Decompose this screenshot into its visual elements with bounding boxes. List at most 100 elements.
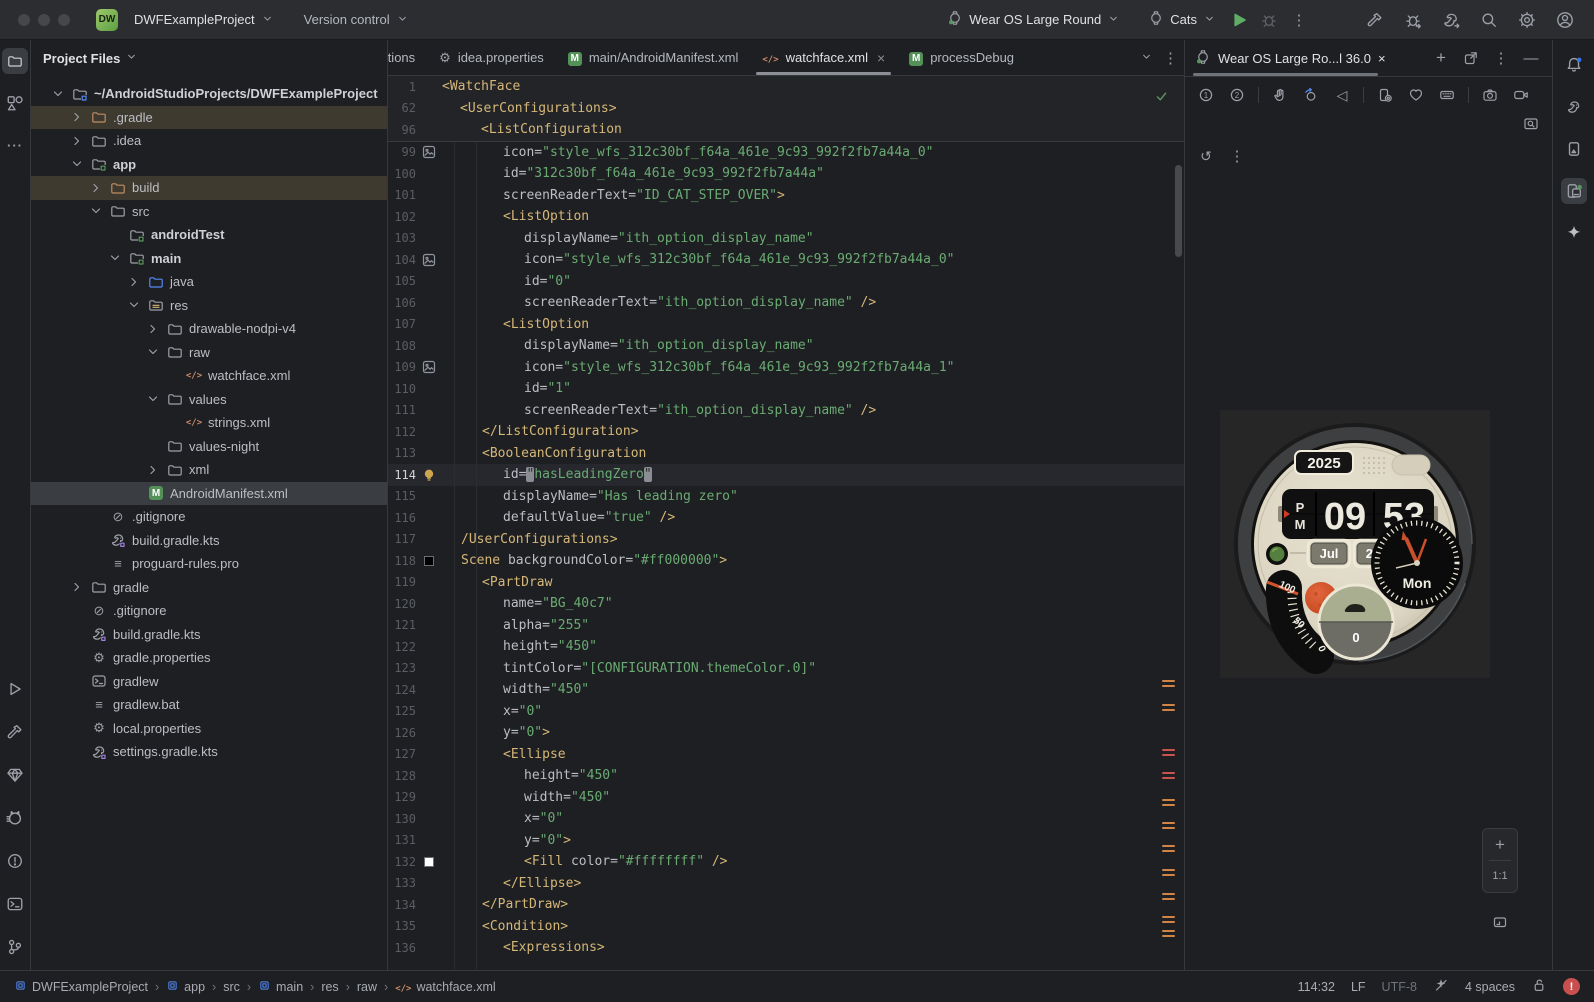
editor-line[interactable]: 132 <Fill color="#ffffffff" /> (388, 851, 1184, 873)
search-icon[interactable] (1474, 6, 1504, 34)
tree-item[interactable]: ⊘ .gitignore (31, 599, 387, 623)
close-window-button[interactable] (18, 14, 30, 26)
error-count-badge[interactable]: ! (1563, 978, 1580, 995)
line-number[interactable]: 136 (388, 941, 416, 955)
tree-item[interactable]: .gradle (31, 106, 387, 130)
tree-item[interactable]: ≡ proguard-rules.pro (31, 552, 387, 576)
line-number[interactable]: 110 (388, 382, 416, 396)
editor-line[interactable]: 136 <Expressions> (388, 937, 1184, 959)
line-number[interactable]: 106 (388, 296, 416, 310)
line-number[interactable]: 109 (388, 360, 416, 374)
tree-chevron-icon[interactable] (68, 579, 85, 595)
more-tools-icon[interactable]: ··· (2, 132, 28, 158)
editor-scrollbar[interactable] (1175, 165, 1182, 257)
minimize-window-button[interactable] (38, 14, 50, 26)
line-ending[interactable]: LF (1351, 980, 1366, 994)
screen-record-icon[interactable] (1508, 83, 1534, 107)
profiler-bug-icon[interactable] (1398, 6, 1428, 34)
line-number[interactable]: 128 (388, 769, 416, 783)
tree-item[interactable]: </> strings.xml (31, 411, 387, 435)
reset-icon[interactable]: ↺ (1193, 144, 1219, 168)
line-number[interactable]: 133 (388, 876, 416, 890)
editor-line[interactable]: 133 </Ellipse> (388, 873, 1184, 895)
line-number[interactable]: 131 (388, 833, 416, 847)
editor-line[interactable]: 113 <BooleanConfiguration (388, 443, 1184, 465)
running-devices-icon[interactable] (1561, 178, 1587, 204)
editor-line[interactable]: 100 id="312c30bf_f64a_461e_9c93_992f2fb7… (388, 163, 1184, 185)
editor-line[interactable]: 119 <PartDraw (388, 572, 1184, 594)
line-number[interactable]: 117 (388, 532, 416, 546)
tree-chevron-icon[interactable] (68, 156, 85, 172)
tree-chevron-icon[interactable] (144, 391, 161, 407)
open-in-window-button[interactable] (1460, 50, 1482, 66)
problems-icon[interactable] (2, 848, 28, 874)
editor-line[interactable]: 110 id="1" (388, 378, 1184, 400)
back-icon[interactable]: ◁ (1329, 83, 1355, 107)
line-number[interactable]: 130 (388, 812, 416, 826)
breadcrumb-item[interactable]: src (223, 980, 240, 994)
line-number[interactable]: 125 (388, 704, 416, 718)
fit-to-screen-button[interactable] (1482, 908, 1518, 936)
editor-line[interactable]: 120 name="BG_40c7" (388, 593, 1184, 615)
tree-chevron-icon[interactable] (87, 203, 104, 219)
tree-item[interactable]: build.gradle.kts (31, 529, 387, 553)
close-icon[interactable]: × (877, 50, 885, 66)
editor-stripe-mark[interactable] (1162, 822, 1175, 829)
tree-item[interactable]: values-night (31, 435, 387, 459)
editor-line[interactable]: 131 y="0"> (388, 830, 1184, 852)
editor-tab[interactable]: M main/AndroidManifest.xml (556, 40, 751, 75)
project-folder-icon[interactable] (2, 48, 28, 74)
window-controls[interactable] (18, 14, 70, 26)
device-selector[interactable]: Wear OS Large Round (939, 6, 1128, 33)
editor-line[interactable]: 102 <ListOption (388, 206, 1184, 228)
line-number[interactable]: 122 (388, 640, 416, 654)
keyboard-icon[interactable] (1434, 83, 1460, 107)
git-branch-icon[interactable] (2, 934, 28, 960)
line-number[interactable]: 108 (388, 339, 416, 353)
editor-line[interactable]: 129 width="450" (388, 787, 1184, 809)
tree-item[interactable]: gradlew (31, 670, 387, 694)
editor-stripe-mark[interactable] (1162, 916, 1175, 923)
editor-stripe-mark[interactable] (1162, 930, 1175, 937)
ai-assist-icon[interactable] (1433, 977, 1449, 996)
editor-line[interactable]: 62 <UserConfigurations> (388, 98, 1184, 120)
line-number[interactable]: 99 (388, 145, 416, 159)
more-actions-button[interactable]: ⋮ (1284, 6, 1314, 34)
settings-gear-icon[interactable] (1512, 6, 1542, 34)
breadcrumb-item[interactable]: </> watchface.xml (395, 980, 495, 994)
terminal-icon[interactable] (2, 891, 28, 917)
tree-item[interactable]: settings.gradle.kts (31, 740, 387, 764)
tree-item[interactable]: main (31, 247, 387, 271)
editor-line[interactable]: 103 displayName="ith_option_display_name… (388, 228, 1184, 250)
tree-item[interactable]: gradle (31, 576, 387, 600)
build-icon[interactable] (2, 719, 28, 745)
editor-line[interactable]: 117 /UserConfigurations> (388, 529, 1184, 551)
hide-panel-button[interactable]: — (1520, 50, 1542, 67)
editor-stripe-mark[interactable] (1162, 869, 1175, 876)
editor-tab[interactable]: </> watchface.xml × (750, 40, 897, 75)
editor-line[interactable]: 104 icon="style_wfs_312c30bf_f64a_461e_9… (388, 249, 1184, 271)
gradle-sync-icon[interactable] (1436, 6, 1466, 34)
line-number[interactable]: 120 (388, 597, 416, 611)
tree-chevron-icon[interactable] (144, 462, 161, 478)
line-number[interactable]: 132 (388, 855, 416, 869)
line-number[interactable]: 62 (388, 101, 416, 115)
gemini-icon[interactable] (1561, 220, 1587, 246)
tree-item[interactable]: ⚙ gradle.properties (31, 646, 387, 670)
breadcrumb-item[interactable]: main (258, 979, 303, 995)
run-icon[interactable] (2, 676, 28, 702)
project-view-header[interactable]: Project Files (31, 40, 387, 76)
editor-line[interactable]: 111 screenReaderText="ith_option_display… (388, 400, 1184, 422)
tree-chevron-icon[interactable] (87, 180, 104, 196)
tree-item[interactable]: raw (31, 341, 387, 365)
editor-stripe-mark[interactable] (1162, 749, 1175, 756)
tree-item[interactable]: M AndroidManifest.xml (31, 482, 387, 506)
debug-button[interactable] (1254, 6, 1284, 34)
tree-item[interactable]: ≡ gradlew.bat (31, 693, 387, 717)
editor-tab[interactable]: noptions (388, 40, 427, 75)
indent-setting[interactable]: 4 spaces (1465, 980, 1515, 994)
tree-item[interactable]: res (31, 294, 387, 318)
editor-stripe-mark[interactable] (1162, 680, 1175, 687)
tree-item[interactable]: androidTest (31, 223, 387, 247)
file-encoding[interactable]: UTF-8 (1382, 980, 1417, 994)
